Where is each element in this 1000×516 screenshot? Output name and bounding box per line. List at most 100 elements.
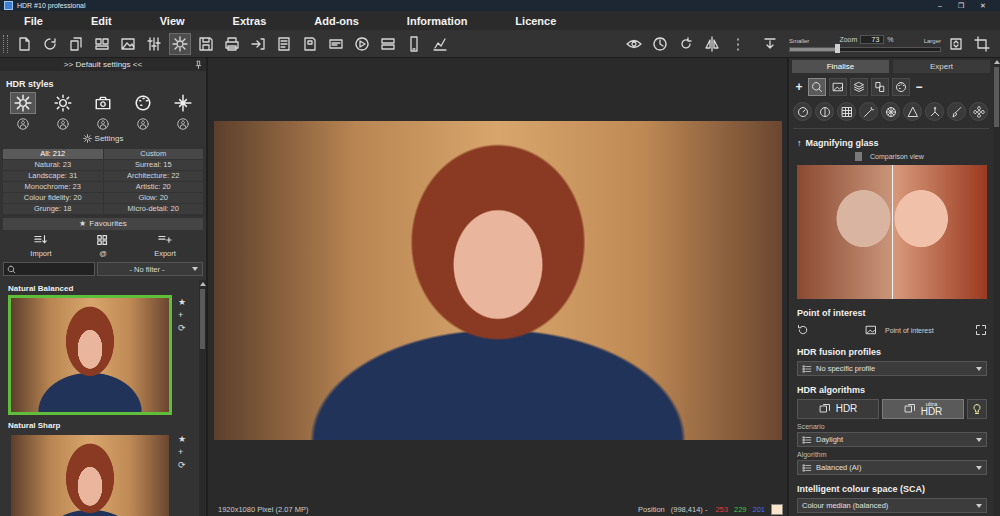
image-button[interactable] bbox=[117, 33, 139, 55]
category-item[interactable]: Grunge: 18 bbox=[3, 204, 103, 214]
menu-item[interactable]: View bbox=[136, 15, 209, 27]
save-button[interactable] bbox=[195, 33, 217, 55]
zoom-larger-label[interactable]: Larger bbox=[924, 38, 941, 44]
expand-icon[interactable] bbox=[975, 324, 987, 336]
grid-button[interactable] bbox=[837, 102, 856, 121]
eye-button[interactable] bbox=[623, 33, 645, 55]
category-item[interactable]: Monochrome: 23 bbox=[3, 182, 103, 192]
scan-button[interactable] bbox=[39, 33, 61, 55]
remove-button[interactable]: − bbox=[913, 80, 925, 94]
batch-button[interactable] bbox=[91, 33, 113, 55]
collapse-arrow-icon[interactable]: ↑ bbox=[797, 138, 802, 148]
zoom-slider[interactable] bbox=[789, 47, 941, 52]
doc-button[interactable] bbox=[13, 33, 35, 55]
gradient-button[interactable] bbox=[903, 102, 922, 121]
scrollbar[interactable] bbox=[993, 58, 1000, 516]
user-circle-icon[interactable] bbox=[137, 118, 149, 130]
point-of-interest-button[interactable]: Point of interest bbox=[815, 322, 969, 338]
window-control-button[interactable]: ✕ bbox=[980, 1, 986, 11]
category-item[interactable]: All: 212 bbox=[3, 149, 103, 159]
zoom-value-field[interactable]: 73 bbox=[860, 35, 884, 44]
nodes-button[interactable] bbox=[925, 102, 944, 121]
menu-item[interactable]: File bbox=[0, 15, 67, 27]
pin-icon[interactable] bbox=[194, 60, 203, 69]
preset-action-button[interactable]: ⟳ bbox=[178, 460, 186, 470]
export-button[interactable] bbox=[247, 33, 269, 55]
flip-button[interactable] bbox=[701, 33, 723, 55]
wheel-button[interactable] bbox=[881, 102, 900, 121]
add-button[interactable]: + bbox=[793, 80, 805, 94]
transfer-button[interactable]: Export bbox=[134, 233, 196, 258]
category-item[interactable]: Custom bbox=[104, 149, 204, 159]
menu-item[interactable]: Add-ons bbox=[290, 15, 383, 27]
style-button[interactable] bbox=[50, 92, 76, 114]
tab[interactable]: Expert bbox=[893, 60, 990, 73]
menu-item[interactable]: Extras bbox=[209, 15, 291, 27]
menu-item[interactable]: Edit bbox=[67, 15, 136, 27]
dots-button[interactable] bbox=[727, 33, 749, 55]
copy-button[interactable] bbox=[65, 33, 87, 55]
fit-button[interactable] bbox=[945, 33, 967, 55]
field-dropdown[interactable]: Daylight bbox=[797, 432, 987, 447]
wand-button[interactable] bbox=[859, 102, 878, 121]
phone-button[interactable] bbox=[403, 33, 425, 55]
print-button[interactable] bbox=[221, 33, 243, 55]
style-button[interactable] bbox=[170, 92, 196, 114]
style-button[interactable] bbox=[90, 92, 116, 114]
style-button[interactable] bbox=[130, 92, 156, 114]
settings-button[interactable]: Settings bbox=[0, 130, 206, 146]
swap-button[interactable] bbox=[871, 78, 889, 96]
scroll-thumb[interactable] bbox=[994, 67, 999, 127]
preset-thumbnail[interactable] bbox=[8, 295, 172, 415]
clock-button[interactable] bbox=[649, 33, 671, 55]
window-control-button[interactable]: – bbox=[938, 1, 942, 11]
search-field[interactable] bbox=[3, 262, 95, 276]
toolbar-grip-icon[interactable] bbox=[3, 35, 8, 53]
shrink-button[interactable] bbox=[759, 33, 781, 55]
flower-button[interactable] bbox=[969, 102, 988, 121]
preset-action-button[interactable]: ★ bbox=[178, 297, 186, 307]
scroll-thumb[interactable] bbox=[200, 289, 205, 349]
preset-action-button[interactable]: ⟳ bbox=[178, 323, 186, 333]
brush-button[interactable] bbox=[947, 102, 966, 121]
user-circle-icon[interactable] bbox=[17, 118, 29, 130]
style-button[interactable] bbox=[10, 92, 36, 114]
comparison-toggle[interactable]: Comparison view bbox=[797, 152, 987, 161]
chart-button[interactable] bbox=[429, 33, 451, 55]
gear-button[interactable] bbox=[169, 33, 191, 55]
scrollbar[interactable] bbox=[199, 280, 206, 516]
zoom-slider-thumb[interactable] bbox=[835, 44, 840, 53]
user-circle-icon[interactable] bbox=[177, 118, 189, 130]
dial-button[interactable] bbox=[793, 102, 812, 121]
preset-action-button[interactable]: ★ bbox=[178, 434, 186, 444]
category-item[interactable]: Surreal: 15 bbox=[104, 160, 204, 170]
tray-button[interactable] bbox=[325, 33, 347, 55]
favourites-button[interactable]: ★Favourites bbox=[3, 218, 203, 230]
menu-item[interactable]: Information bbox=[383, 15, 492, 27]
picture-button[interactable] bbox=[829, 78, 847, 96]
category-item[interactable]: Architecture: 22 bbox=[104, 171, 204, 181]
category-item[interactable]: Colour fidelity: 20 bbox=[3, 193, 103, 203]
window-control-button[interactable]: ❐ bbox=[958, 1, 964, 11]
transfer-button[interactable]: @ bbox=[72, 233, 134, 258]
hdr-mode-button[interactable]: ultraHDR bbox=[882, 399, 964, 419]
search-button[interactable] bbox=[808, 78, 826, 96]
menu-item[interactable]: Licence bbox=[491, 15, 580, 27]
category-item[interactable]: Glow: 20 bbox=[104, 193, 204, 203]
preset-item[interactable]: Natural Balanced★+⟳ bbox=[8, 282, 199, 415]
field-dropdown[interactable]: Balanced (AI) bbox=[797, 460, 987, 475]
preset-item[interactable]: Natural Sharp★+⟳ bbox=[8, 419, 199, 516]
sliders-button[interactable] bbox=[143, 33, 165, 55]
magnifier-view[interactable] bbox=[797, 165, 987, 299]
user-circle-icon[interactable] bbox=[97, 118, 109, 130]
zoom-smaller-label[interactable]: Smaller bbox=[789, 38, 809, 44]
category-item[interactable]: Landscape: 31 bbox=[3, 171, 103, 181]
layers-button[interactable] bbox=[850, 78, 868, 96]
colour-space-dropdown[interactable]: Colour median (balanced) bbox=[797, 498, 987, 513]
book-button[interactable] bbox=[299, 33, 321, 55]
preset-action-button[interactable]: + bbox=[178, 310, 186, 320]
scroll-up-icon[interactable] bbox=[200, 282, 206, 286]
user-circle-icon[interactable] bbox=[57, 118, 69, 130]
preset-action-button[interactable]: + bbox=[178, 447, 186, 457]
scroll-up-icon[interactable] bbox=[994, 60, 1000, 64]
